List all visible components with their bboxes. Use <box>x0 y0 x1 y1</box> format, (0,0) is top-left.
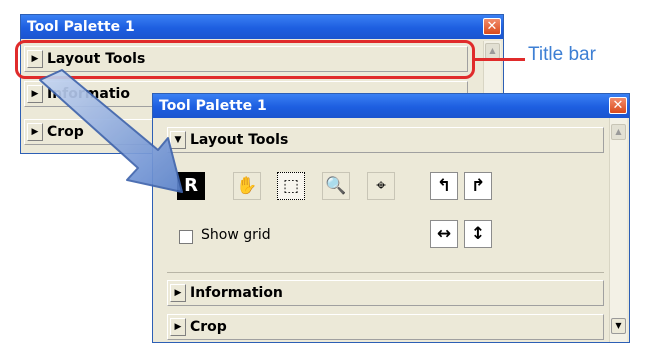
back-close-button[interactable]: ✕ <box>483 18 501 35</box>
scroll-up-icon[interactable]: ▲ <box>611 124 626 140</box>
front-palette-title-bar[interactable]: Tool Palette 1 <box>153 94 629 118</box>
title-bar-highlight <box>15 40 475 79</box>
front-section-layout-tools[interactable]: ▼ Layout Tools <box>167 127 604 153</box>
section-label: Crop <box>47 124 84 140</box>
scroll-up-icon[interactable]: ▲ <box>485 43 500 59</box>
back-palette-title-bar[interactable]: Tool Palette 1 <box>21 15 503 39</box>
flip-vertical-icon[interactable]: ↕ <box>464 220 492 248</box>
scroll-down-icon[interactable]: ▼ <box>611 318 626 334</box>
front-tool-palette-window: Tool Palette 1 ✕ ▼ Layout Tools R ✋ ⬚ 🔍 … <box>152 93 630 343</box>
section-label: Layout Tools <box>190 132 289 148</box>
callout-line <box>475 58 525 61</box>
back-palette-title: Tool Palette 1 <box>27 19 135 35</box>
section-label: Informatio <box>47 86 130 102</box>
rotate-left-icon[interactable]: ↰ <box>430 172 458 200</box>
expand-arrow-icon: ▶ <box>170 284 186 302</box>
expand-arrow-icon: ▶ <box>170 318 186 336</box>
layout-tools-panel: R ✋ ⬚ 🔍 ⌖ ↰ ↱ ↔ ↕ Show grid <box>167 154 604 272</box>
front-palette-title: Tool Palette 1 <box>159 98 267 114</box>
callout-label: Title bar <box>528 44 596 65</box>
expand-arrow-icon: ▶ <box>27 85 43 103</box>
rotate-right-icon[interactable]: ↱ <box>464 172 492 200</box>
crosshair-icon[interactable]: ⌖ <box>367 172 395 200</box>
r-badge-icon[interactable]: R <box>177 172 205 200</box>
front-scrollbar[interactable]: ▲ ▼ <box>609 118 627 342</box>
marquee-select-icon[interactable]: ⬚ <box>277 172 305 200</box>
zoom-icon[interactable]: 🔍 <box>322 172 350 200</box>
front-close-button[interactable]: ✕ <box>609 97 627 114</box>
front-section-information[interactable]: ▶ Information <box>167 280 604 306</box>
expand-arrow-icon: ▶ <box>27 123 43 141</box>
hand-tool-icon[interactable]: ✋ <box>233 172 261 200</box>
section-label: Crop <box>190 319 227 335</box>
section-divider <box>167 272 604 273</box>
collapse-arrow-icon: ▼ <box>170 131 186 149</box>
front-section-crop[interactable]: ▶ Crop <box>167 314 604 340</box>
show-grid-label: Show grid <box>201 227 271 243</box>
section-label: Information <box>190 285 283 301</box>
show-grid-checkbox[interactable] <box>179 230 193 244</box>
flip-horizontal-icon[interactable]: ↔ <box>430 220 458 248</box>
